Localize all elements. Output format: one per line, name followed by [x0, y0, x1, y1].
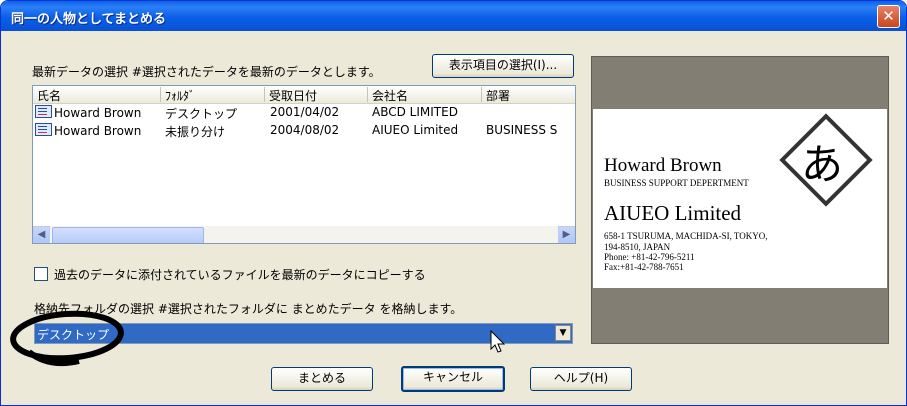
business-card-image: あ Howard Brown BUSINESS SUPPORT DEPERTME… — [593, 109, 887, 288]
card-fax: Fax:+81-42-788-7651 — [604, 262, 684, 272]
list-header: 氏名 ﾌｫﾙﾀﾞ 受取日付 会社名 部署 — [33, 86, 575, 104]
cancel-button[interactable]: キャンセル — [401, 366, 505, 392]
business-card-icon — [35, 105, 52, 118]
column-header-name[interactable]: 氏名 — [33, 87, 161, 103]
scroll-left-icon[interactable]: ◀ — [33, 226, 50, 243]
chevron-down-icon[interactable]: ▼ — [555, 325, 571, 341]
merge-dialog: 同一の人物としてまとめる ✕ 最新データの選択 #選択されたデータを最新のデータ… — [0, 0, 907, 406]
copy-files-checkbox[interactable] — [34, 267, 48, 281]
row-date-cell: 2001/04/02 — [270, 105, 340, 119]
card-address-line1: 658-1 TSURUMA, MACHIDA-SI, TOKYO, — [604, 231, 768, 241]
column-header-folder[interactable]: ﾌｫﾙﾀﾞ — [161, 87, 265, 103]
row-name-cell: Howard Brown — [35, 105, 141, 120]
row-company-cell: AIUEO Limited — [372, 123, 459, 137]
row-company-cell: ABCD LIMITED — [372, 105, 458, 119]
row-dept-cell: BUSINESS S — [486, 123, 558, 137]
row-date-cell: 2004/08/02 — [270, 123, 340, 137]
card-address-line2: 194-8510, JAPAN — [604, 242, 671, 252]
select-latest-label: 最新データの選択 #選択されたデータを最新のデータとします。 — [32, 65, 381, 79]
row-folder-cell: 未振り分け — [165, 125, 226, 139]
copy-files-label[interactable]: 過去のデータに添付されているファイルを最新のデータにコピーする — [54, 266, 426, 283]
scroll-thumb[interactable] — [52, 227, 204, 243]
card-company: AIUEO Limited — [604, 201, 742, 225]
data-list[interactable]: 氏名 ﾌｫﾙﾀﾞ 受取日付 会社名 部署 Howard Brown デスクトップ… — [32, 85, 576, 244]
table-row[interactable]: Howard Brown デスクトップ 2001/04/02 ABCD LIMI… — [33, 104, 575, 121]
horizontal-scrollbar[interactable]: ◀ ▶ — [33, 226, 575, 243]
logo-mark: あ — [801, 140, 844, 189]
annotation-circle — [10, 310, 124, 367]
card-dept: BUSINESS SUPPORT DEPERTMENT — [604, 178, 749, 188]
business-card-icon — [35, 123, 52, 136]
column-header-date[interactable]: 受取日付 — [265, 87, 368, 103]
mouse-cursor-icon — [490, 330, 506, 353]
row-name-text: Howard Brown — [54, 106, 142, 120]
title-bar[interactable]: 同一の人物としてまとめる ✕ — [1, 1, 906, 31]
card-phone: Phone: +81-42-796-5211 — [604, 252, 695, 262]
row-name-cell: Howard Brown — [35, 123, 141, 138]
column-header-dept[interactable]: 部署 — [482, 87, 575, 103]
close-button[interactable]: ✕ — [877, 5, 900, 28]
scroll-right-icon[interactable]: ▶ — [558, 226, 575, 243]
help-button[interactable]: ヘルプ(H) — [530, 367, 632, 391]
row-name-text: Howard Brown — [54, 124, 142, 138]
row-folder-cell: デスクトップ — [165, 107, 238, 121]
column-header-company[interactable]: 会社名 — [368, 87, 482, 103]
table-row[interactable]: Howard Brown 未振り分け 2004/08/02 AIUEO Limi… — [33, 122, 575, 139]
card-name: Howard Brown — [604, 155, 722, 176]
window-title: 同一の人物としてまとめる — [11, 12, 166, 27]
card-preview-panel: あ Howard Brown BUSINESS SUPPORT DEPERTME… — [591, 56, 889, 344]
display-items-button[interactable]: 表示項目の選択(I)... — [432, 54, 574, 78]
merge-button[interactable]: まとめる — [271, 367, 373, 391]
